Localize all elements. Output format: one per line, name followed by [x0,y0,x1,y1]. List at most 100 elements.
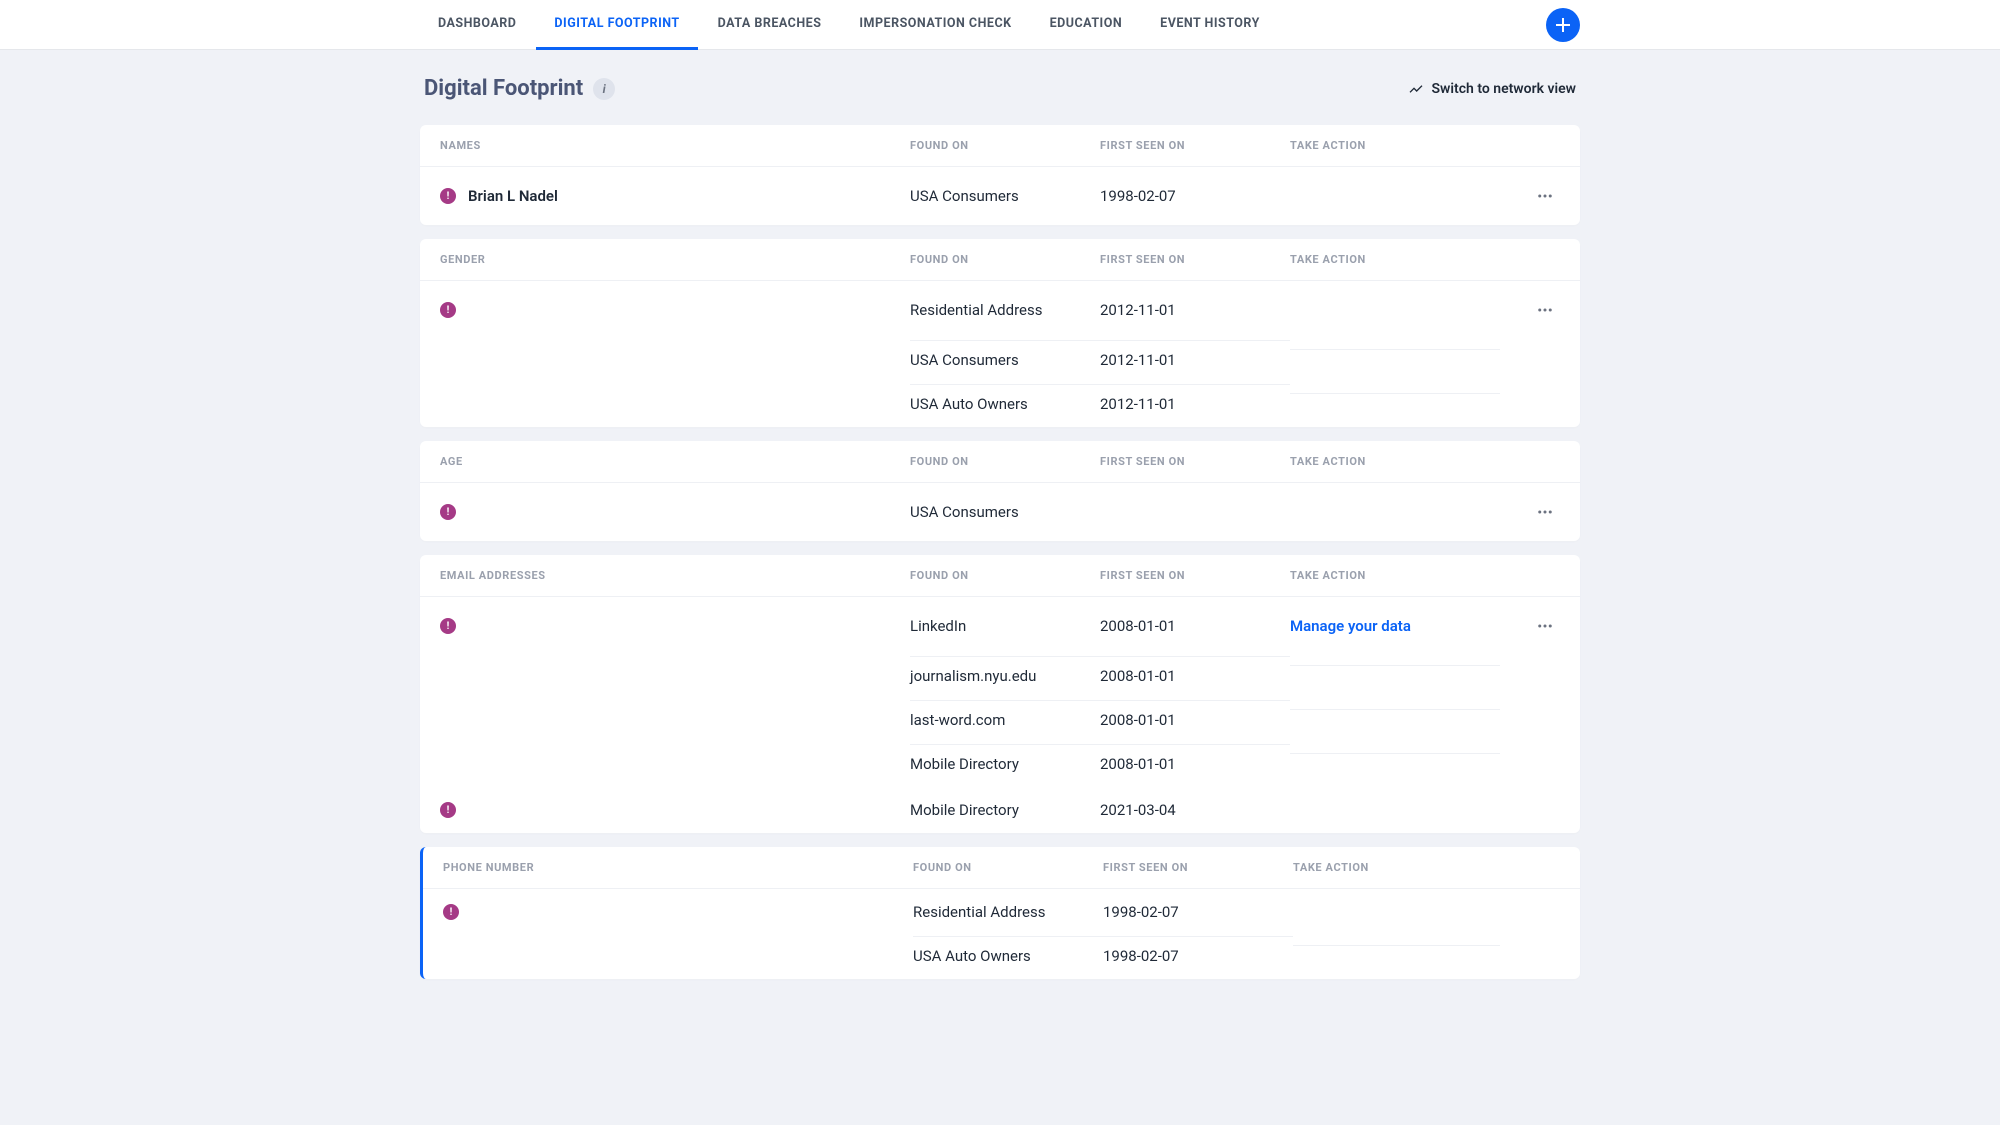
table-row: Residential Address2012-11-01 [420,281,1580,333]
table-row: USA Consumers2012-11-01 [420,333,1580,377]
found-on-cell: last-word.com [910,700,1100,729]
section-card: GENDERFOUND ONFIRST SEEN ONTAKE ACTION Re… [420,239,1580,427]
section-heading: PHONE NUMBER [443,861,913,874]
row-actions-cell [1530,295,1560,325]
section-heading: NAMES [440,139,910,152]
first-seen-cell: 2008-01-01 [1100,744,1290,773]
dots-icon [1536,301,1554,319]
row-group: Residential Address2012-11-01USA Consume… [420,281,1580,427]
action-cell [1290,753,1500,764]
more-button[interactable] [1530,295,1560,325]
col-first-seen: FIRST SEEN ON [1100,253,1290,266]
col-first-seen: FIRST SEEN ON [1103,861,1293,874]
nav-tab[interactable]: EVENT HISTORY [1142,0,1278,50]
first-seen-cell: 2008-01-01 [1100,656,1290,685]
section-card: NAMESFOUND ONFIRST SEEN ONTAKE ACTIONBri… [420,125,1580,225]
name-cell [440,302,910,318]
alert-icon [440,618,456,634]
action-cell [1290,709,1500,720]
table-row: Residential Address1998-02-07 [423,889,1580,929]
found-on-cell: Residential Address [913,903,1103,921]
first-seen-cell: 1998-02-07 [1103,903,1293,921]
found-on-cell: USA Consumers [910,187,1100,205]
alert-icon [443,904,459,920]
section-card: AGEFOUND ONFIRST SEEN ONTAKE ACTION USA C… [420,441,1580,541]
timeline-icon [1408,81,1424,97]
row-actions-cell [1530,611,1560,641]
more-button[interactable] [1530,611,1560,641]
found-on-cell: USA Consumers [910,340,1100,369]
add-button[interactable] [1546,8,1580,42]
found-on-cell: Residential Address [910,301,1100,319]
col-found-on: FOUND ON [910,139,1100,152]
col-first-seen: FIRST SEEN ON [1100,455,1290,468]
manage-data-link[interactable]: Manage your data [1290,617,1411,635]
found-on-cell: USA Consumers [910,503,1100,521]
col-take-action: TAKE ACTION [1290,139,1500,152]
col-take-action: TAKE ACTION [1290,569,1500,582]
section-header: NAMESFOUND ONFIRST SEEN ONTAKE ACTION [420,125,1580,167]
nav-tab[interactable]: DIGITAL FOOTPRINT [536,0,697,50]
col-take-action: TAKE ACTION [1290,253,1500,266]
top-nav-bar: DASHBOARDDIGITAL FOOTPRINTDATA BREACHESI… [0,0,2000,50]
first-seen-cell: 2012-11-01 [1100,340,1290,369]
table-row: USA Auto Owners2012-11-01 [420,377,1580,427]
entry-name: Brian L Nadel [468,187,558,205]
col-take-action: TAKE ACTION [1293,861,1500,874]
switch-view-label: Switch to network view [1432,81,1577,97]
nav-tab[interactable]: IMPERSONATION CHECK [841,0,1029,50]
nav-tab[interactable]: DASHBOARD [420,0,534,50]
table-row: USA Auto Owners1998-02-07 [423,929,1580,979]
info-icon[interactable]: i [593,78,615,100]
row-group: Residential Address1998-02-07USA Auto Ow… [423,889,1580,979]
table-row: journalism.nyu.edu2008-01-01 [420,649,1580,693]
col-found-on: FOUND ON [910,253,1100,266]
section-heading: EMAIL ADDRESSES [440,569,910,582]
plus-icon [1555,17,1571,33]
first-seen-cell: 2008-01-01 [1100,617,1290,635]
table-row: USA Consumers [420,483,1580,541]
row-group: Mobile Directory2021-03-04 [420,787,1580,833]
table-row: Mobile Directory2008-01-01 [420,737,1580,787]
action-cell: Manage your data [1290,617,1500,635]
first-seen-cell: 2008-01-01 [1100,700,1290,729]
more-button[interactable] [1530,497,1560,527]
name-cell [440,802,910,818]
found-on-cell: Mobile Directory [910,744,1100,773]
row-actions-cell [1530,181,1560,211]
col-found-on: FOUND ON [910,569,1100,582]
col-found-on: FOUND ON [910,455,1100,468]
found-on-cell: Mobile Directory [910,801,1100,819]
nav-tab[interactable]: DATA BREACHES [700,0,840,50]
found-on-cell: USA Auto Owners [913,936,1103,965]
nav-tab[interactable]: EDUCATION [1032,0,1141,50]
col-first-seen: FIRST SEEN ON [1100,569,1290,582]
first-seen-cell: 2012-11-01 [1100,301,1290,319]
section-heading: GENDER [440,253,910,266]
first-seen-cell: 1998-02-07 [1100,187,1290,205]
section-header: AGEFOUND ONFIRST SEEN ONTAKE ACTION [420,441,1580,483]
action-cell [1290,393,1500,404]
found-on-cell: LinkedIn [910,617,1100,635]
section-card: PHONE NUMBERFOUND ONFIRST SEEN ONTAKE AC… [420,847,1580,979]
found-on-cell: USA Auto Owners [910,384,1100,413]
alert-icon [440,802,456,818]
row-group: USA Consumers [420,483,1580,541]
page-title: Digital Footprint [424,76,583,101]
action-cell [1290,665,1500,676]
name-cell [443,904,913,920]
switch-network-view[interactable]: Switch to network view [1408,81,1577,97]
dots-icon [1536,617,1554,635]
row-actions-cell [1530,497,1560,527]
name-cell [440,618,910,634]
col-found-on: FOUND ON [913,861,1103,874]
action-cell [1293,945,1500,956]
row-group: Brian L Nadel USA Consumers1998-02-07 [420,167,1580,225]
col-take-action: TAKE ACTION [1290,455,1500,468]
alert-icon [440,302,456,318]
alert-icon [440,188,456,204]
first-seen-cell: 1998-02-07 [1103,936,1293,965]
more-button[interactable] [1530,181,1560,211]
nav-tabs: DASHBOARDDIGITAL FOOTPRINTDATA BREACHESI… [420,0,1278,50]
section-card: EMAIL ADDRESSESFOUND ONFIRST SEEN ONTAKE… [420,555,1580,833]
